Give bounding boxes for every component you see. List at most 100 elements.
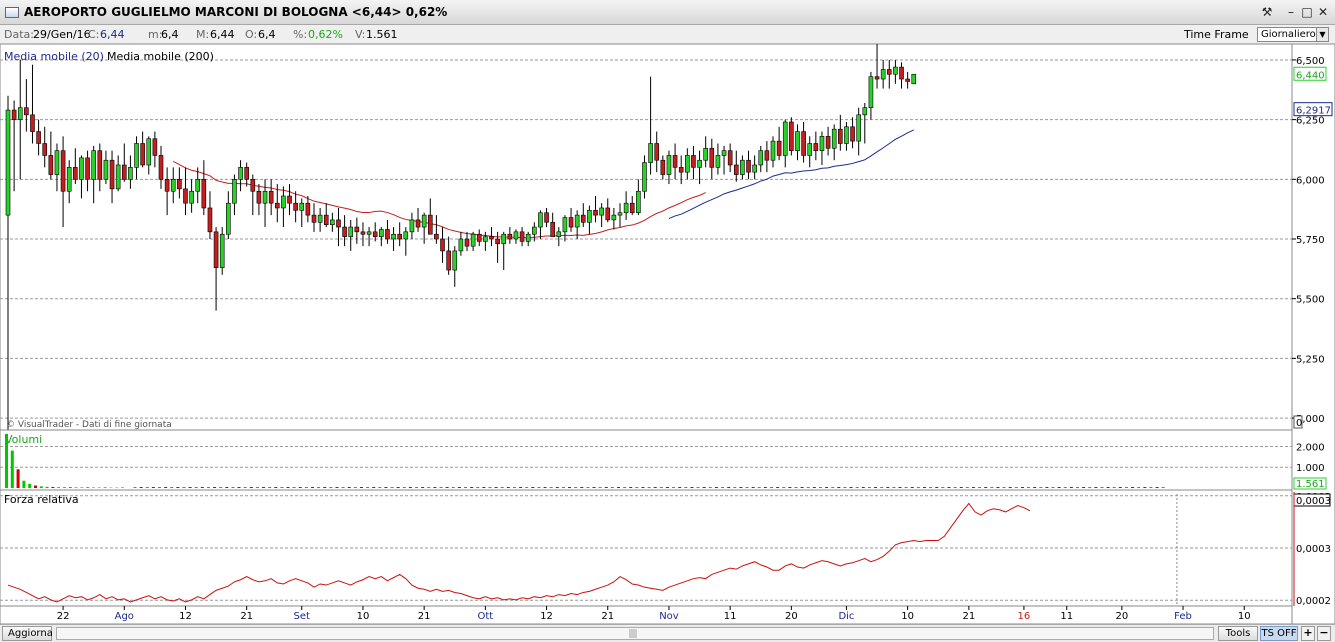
candle-down bbox=[274, 202, 280, 209]
candle-down bbox=[672, 155, 678, 168]
candle-up bbox=[281, 195, 286, 209]
candle-up bbox=[348, 226, 354, 237]
candle-up bbox=[893, 66, 898, 75]
candle-up bbox=[366, 231, 372, 235]
volume-bar bbox=[408, 487, 412, 488]
candle-down bbox=[177, 179, 182, 190]
volume-bar bbox=[812, 487, 816, 488]
candle-down bbox=[73, 167, 78, 180]
volume-bar bbox=[592, 487, 596, 488]
volume-bar bbox=[219, 487, 223, 488]
volume-bar bbox=[623, 487, 627, 488]
volume-bar bbox=[837, 487, 841, 488]
volume-bar bbox=[788, 487, 792, 488]
candle-down bbox=[372, 231, 378, 237]
volume-bar bbox=[421, 487, 425, 488]
scrollbar-thumb[interactable] bbox=[629, 629, 637, 638]
restore-button[interactable]: □ bbox=[1299, 4, 1315, 20]
x-month-label: 16 bbox=[1018, 611, 1031, 622]
candle-up bbox=[501, 233, 507, 245]
volume-bar bbox=[641, 487, 645, 488]
volume-bar bbox=[1094, 487, 1098, 488]
volume-bar bbox=[231, 487, 235, 488]
x-day-label: 20 bbox=[785, 611, 798, 622]
timeframe-select[interactable]: Giornaliero ▼ bbox=[1257, 27, 1329, 42]
zoom-in-button[interactable]: + bbox=[1301, 626, 1315, 641]
volume-bar bbox=[1124, 487, 1128, 488]
horizontal-scrollbar[interactable] bbox=[56, 627, 1214, 640]
candle-up bbox=[868, 76, 874, 108]
volume-bar bbox=[874, 487, 878, 488]
volume-bar bbox=[451, 487, 455, 488]
tools-button[interactable]: Tools bbox=[1218, 626, 1258, 641]
close-button[interactable]: ✕ bbox=[1315, 4, 1331, 20]
volume-bar bbox=[151, 487, 155, 488]
volume-bar bbox=[916, 487, 920, 488]
volume-bar bbox=[170, 487, 174, 488]
wrench-icon[interactable]: ⚒ bbox=[1259, 4, 1275, 20]
x-month-label: Set bbox=[294, 611, 311, 622]
volume-bar bbox=[57, 487, 61, 488]
candle-down bbox=[476, 233, 482, 242]
minimize-button[interactable]: – bbox=[1283, 4, 1299, 20]
candle-up bbox=[532, 226, 537, 235]
volume-bar bbox=[494, 487, 498, 488]
volume-bar bbox=[51, 486, 55, 488]
price-tick-label: 6,250 bbox=[1296, 116, 1325, 127]
min-value: 6,4 bbox=[161, 28, 179, 41]
volume-bar bbox=[158, 487, 161, 488]
volume-bar bbox=[672, 487, 676, 488]
refresh-button[interactable]: Aggiorna bbox=[2, 626, 53, 641]
legend-ma20: Media mobile (20) bbox=[4, 50, 104, 63]
candle-down bbox=[464, 238, 470, 247]
volume-bar bbox=[880, 487, 884, 488]
volume-bar bbox=[213, 487, 217, 488]
candle-up bbox=[128, 167, 133, 180]
price-tick-label: 5,750 bbox=[1296, 235, 1325, 246]
volume-bar bbox=[904, 487, 908, 488]
volume-bar bbox=[776, 487, 780, 488]
price-zero-label: 0 bbox=[1296, 418, 1302, 429]
volume-last-label: 1.561 bbox=[1296, 479, 1325, 490]
volume-bar bbox=[598, 487, 602, 488]
candle-up bbox=[189, 190, 194, 204]
candle-down bbox=[550, 221, 555, 237]
chart-area[interactable]: 6,5006,2506,0005,7505,5005,2505,000Media… bbox=[0, 44, 1335, 624]
candle-up bbox=[611, 214, 617, 221]
candle-up bbox=[91, 150, 96, 180]
volume-bar bbox=[372, 487, 376, 488]
chevron-down-icon[interactable]: ▼ bbox=[1316, 28, 1328, 41]
timeframe-value: Giornaliero bbox=[1261, 29, 1316, 40]
candle-up bbox=[770, 140, 776, 161]
candle-up bbox=[330, 219, 335, 225]
ts-off-button[interactable]: TS OFF bbox=[1260, 626, 1298, 641]
volume-bar bbox=[1069, 487, 1073, 488]
volume-bar bbox=[512, 487, 516, 488]
zoom-out-button[interactable]: − bbox=[1317, 626, 1331, 641]
volume-bar bbox=[249, 487, 253, 488]
candle-down bbox=[519, 231, 525, 242]
candle-down bbox=[121, 164, 127, 180]
rs-tick-label: 0,0002 bbox=[1296, 596, 1331, 607]
candle-down bbox=[60, 150, 66, 192]
candle-up bbox=[715, 155, 721, 168]
candle-down bbox=[886, 69, 892, 75]
volume-bar bbox=[366, 487, 370, 488]
candle-up bbox=[831, 128, 837, 149]
legend-ma200: Media mobile (200) bbox=[107, 50, 214, 63]
volume-bar bbox=[311, 487, 314, 488]
candle-down bbox=[789, 121, 794, 151]
candle-down bbox=[311, 214, 317, 223]
volume-bar bbox=[690, 487, 694, 488]
candle-up bbox=[642, 162, 647, 192]
volume-panel bbox=[0, 429, 1293, 491]
candle-up bbox=[146, 138, 152, 166]
volume-bar bbox=[923, 487, 926, 488]
candle-down bbox=[489, 236, 494, 240]
price-tick-label: 5,500 bbox=[1296, 295, 1325, 306]
volume-bar bbox=[751, 487, 755, 488]
volume-bar bbox=[243, 487, 247, 488]
volume-bar bbox=[92, 487, 95, 488]
x-month-label: Feb bbox=[1174, 611, 1192, 622]
volume-bar bbox=[433, 487, 437, 488]
